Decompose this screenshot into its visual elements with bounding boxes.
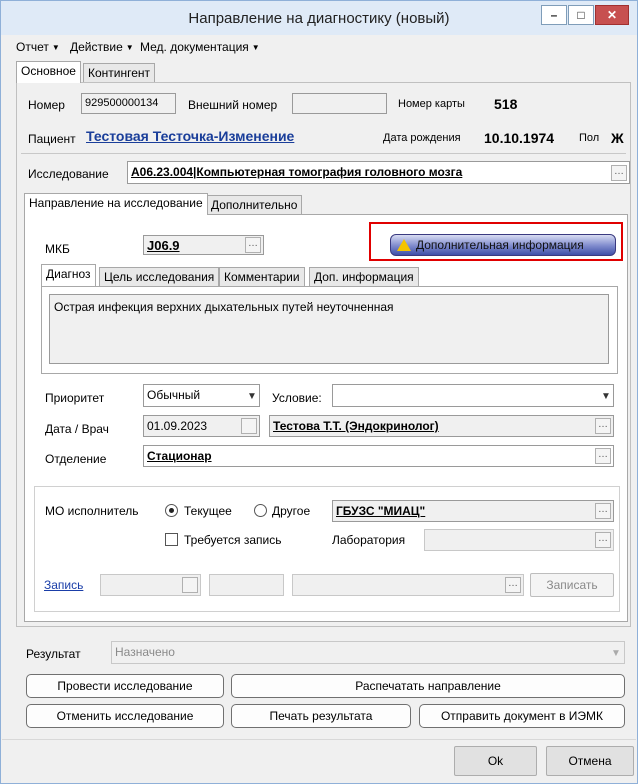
- cancel-button[interactable]: Отмена: [546, 746, 634, 776]
- record-time-field[interactable]: [209, 574, 284, 596]
- record-slot-field[interactable]: [292, 574, 524, 596]
- research-value: A06.23.004|Компьютерная томография голов…: [131, 165, 463, 179]
- dob-label: Дата рождения: [383, 132, 461, 144]
- tab-main[interactable]: Основное: [16, 61, 81, 83]
- maximize-button[interactable]: □: [568, 5, 594, 25]
- ellipsis-icon[interactable]: …: [595, 418, 611, 434]
- patient-label: Пациент: [28, 132, 76, 146]
- minimize-button[interactable]: –: [541, 5, 567, 25]
- date-doctor-label: Дата / Врач: [45, 422, 109, 436]
- ext-number-field[interactable]: [292, 93, 387, 114]
- calendar-icon[interactable]: [241, 418, 257, 434]
- record-button[interactable]: Записать: [530, 573, 614, 597]
- separator: [21, 153, 626, 154]
- tab-diagnosis[interactable]: Диагноз: [41, 264, 96, 286]
- mo-label: МО исполнитель: [45, 504, 139, 518]
- sex-label: Пол: [579, 132, 600, 144]
- ellipsis-icon[interactable]: …: [611, 165, 627, 181]
- chevron-down-icon: ▼: [125, 43, 134, 52]
- ellipsis-icon[interactable]: …: [595, 532, 611, 548]
- ellipsis-icon[interactable]: …: [505, 577, 521, 593]
- result-label: Результат: [26, 647, 81, 661]
- print-direction-button[interactable]: Распечатать направление: [231, 674, 625, 698]
- chevron-down-icon: ▼: [51, 43, 60, 52]
- tab-additional[interactable]: Дополнительно: [206, 195, 303, 215]
- priority-label: Приоритет: [45, 391, 105, 405]
- requires-record-checkbox[interactable]: [165, 533, 178, 546]
- tab-direction[interactable]: Направление на исследование: [24, 193, 208, 215]
- dialog-window: Направление на диагностику (новый) – □ ✕…: [0, 0, 638, 784]
- menu-bar: Отчет ▼ Действие ▼ Мед. документация ▼: [2, 36, 636, 56]
- chevron-down-icon: ▼: [601, 391, 611, 402]
- patient-name-link[interactable]: Тестовая Тесточка-Изменение: [86, 128, 294, 144]
- ellipsis-icon[interactable]: …: [595, 503, 611, 519]
- tab-research-goal[interactable]: Цель исследования: [99, 267, 220, 287]
- department-label: Отделение: [45, 452, 107, 466]
- conduct-research-button[interactable]: Провести исследование: [26, 674, 224, 698]
- card-label: Номер карты: [398, 98, 465, 110]
- doctor-field[interactable]: Тестова Т.Т. (Эндокринолог): [269, 415, 614, 437]
- mkb-value: J06.9: [147, 238, 180, 253]
- chevron-down-icon: ▼: [611, 648, 621, 659]
- radio-other-label: Другое: [272, 504, 311, 518]
- sex-value: Ж: [611, 130, 624, 146]
- ext-number-label: Внешний номер: [188, 98, 278, 112]
- ok-button[interactable]: Ok: [454, 746, 537, 776]
- lab-label: Лаборатория: [332, 533, 406, 547]
- warning-icon: [397, 239, 411, 251]
- calendar-icon[interactable]: [182, 577, 198, 593]
- tab-comments[interactable]: Комментарии: [219, 267, 305, 287]
- card-value: 518: [494, 96, 518, 112]
- tab-extra-info[interactable]: Доп. информация: [309, 267, 419, 287]
- ellipsis-icon[interactable]: …: [245, 237, 261, 253]
- radio-current-label: Текущее: [184, 504, 232, 518]
- diagnosis-text[interactable]: Острая инфекция верхних дыхательных путе…: [49, 294, 609, 364]
- footer-bar: [2, 739, 636, 783]
- research-label: Исследование: [28, 167, 109, 181]
- ellipsis-icon[interactable]: …: [595, 448, 611, 464]
- requires-record-label: Требуется запись: [184, 533, 282, 547]
- lab-field[interactable]: [424, 529, 614, 551]
- research-field[interactable]: A06.23.004|Компьютерная томография голов…: [127, 161, 630, 184]
- mkb-label: МКБ: [45, 242, 70, 256]
- dob-value: 10.10.1974: [484, 130, 555, 146]
- cancel-research-button[interactable]: Отменить исследование: [26, 704, 224, 728]
- radio-other[interactable]: [254, 504, 267, 517]
- menu-report[interactable]: Отчет ▼: [16, 40, 60, 54]
- priority-select[interactable]: Обычный: [143, 384, 260, 407]
- menu-action[interactable]: Действие ▼: [70, 40, 134, 54]
- department-field[interactable]: Стационар: [143, 445, 614, 467]
- chevron-down-icon: ▼: [251, 43, 260, 52]
- menu-med-docs[interactable]: Мед. документация ▼: [140, 40, 260, 54]
- chevron-down-icon: ▼: [247, 391, 257, 402]
- additional-info-button[interactable]: Дополнительная информация: [390, 234, 616, 256]
- tab-contingent[interactable]: Контингент: [83, 63, 156, 83]
- record-link[interactable]: Запись: [44, 578, 83, 592]
- condition-label: Условие:: [272, 391, 322, 405]
- result-select[interactable]: Назначено: [111, 641, 625, 664]
- number-label: Номер: [28, 98, 65, 112]
- condition-select[interactable]: [332, 384, 614, 407]
- title-bar[interactable]: Направление на диагностику (новый) – □ ✕: [1, 1, 637, 35]
- number-field: 929500000134: [81, 93, 176, 114]
- radio-current[interactable]: [165, 504, 178, 517]
- send-iemk-button[interactable]: Отправить документ в ИЭМК: [419, 704, 625, 728]
- close-button[interactable]: ✕: [595, 5, 629, 25]
- print-result-button[interactable]: Печать результата: [231, 704, 411, 728]
- mo-field[interactable]: ГБУЗС "МИАЦ": [332, 500, 614, 522]
